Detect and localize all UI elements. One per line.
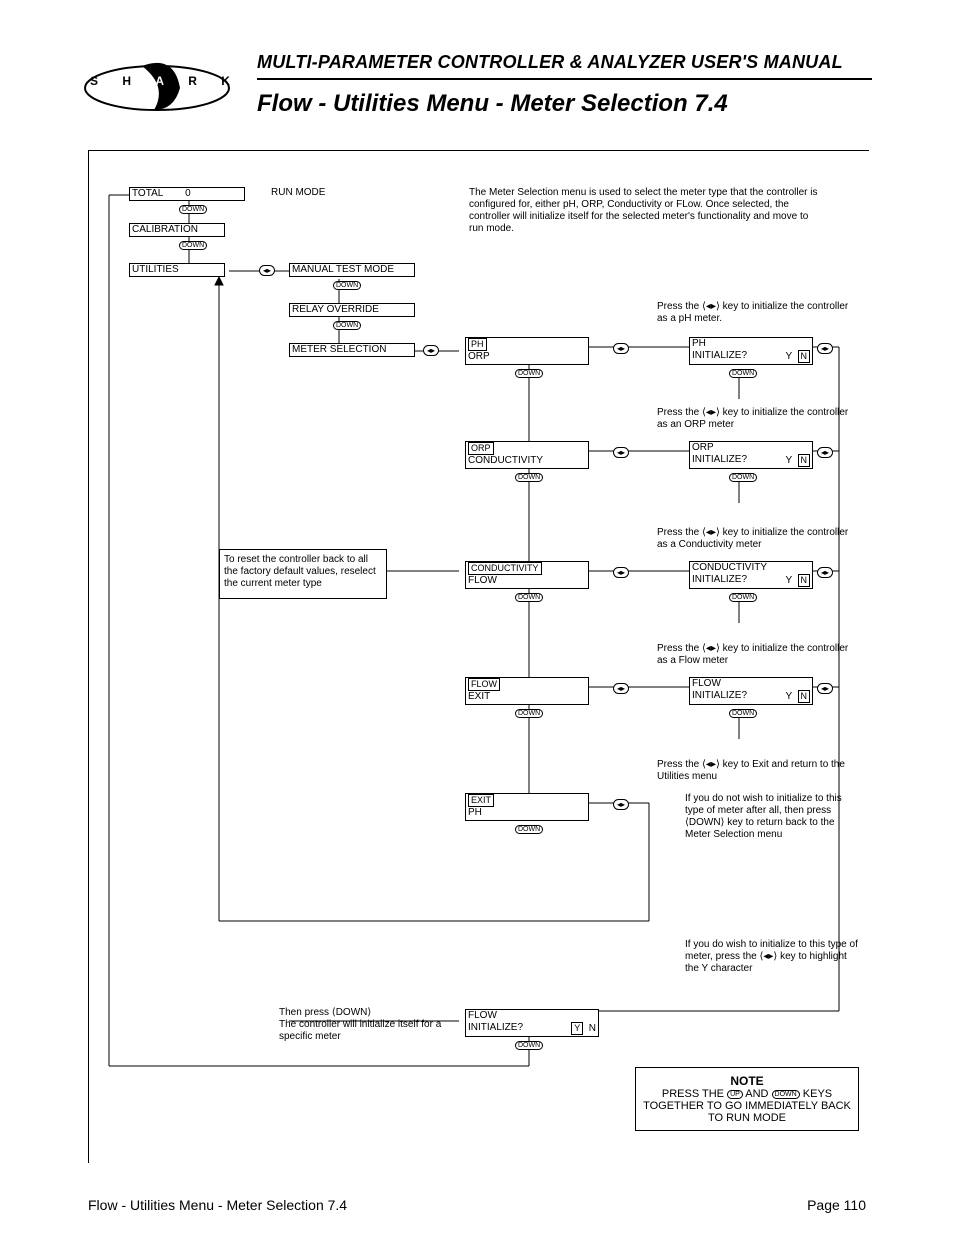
page-header: S H A R K MULTI-PARAMETER CONTROLLER & A…: [82, 52, 872, 122]
down-icon: DOWN: [729, 593, 757, 602]
down-icon: DOWN: [515, 473, 543, 482]
logo-k: K: [221, 74, 230, 88]
run-mode-label: RUN MODE: [271, 187, 325, 199]
logo-r: R: [188, 74, 197, 88]
enter-icon: ◂▸: [817, 567, 833, 578]
flow-hint: Press the ⟨◂▸⟩ key to initialize the con…: [657, 643, 857, 667]
up-icon: UP: [727, 1090, 743, 1099]
down-icon: DOWN: [515, 593, 543, 602]
down-icon: DOWN: [515, 1041, 543, 1050]
down-icon: DOWN: [515, 825, 543, 834]
orp-hint: Press the ⟨◂▸⟩ key to initialize the con…: [657, 407, 857, 431]
confirm-ph: PH INITIALIZE? Y N: [689, 337, 813, 365]
enter-icon: ◂▸: [259, 265, 275, 276]
logo-h: H: [122, 74, 131, 88]
down-icon: DOWN: [515, 709, 543, 718]
note-body: PRESS THE UP AND DOWN KEYS TOGETHER TO G…: [642, 1088, 852, 1124]
cond-hint: Press the ⟨◂▸⟩ key to initialize the con…: [657, 527, 857, 551]
menu-exit: EXIT PH: [465, 793, 589, 821]
page: S H A R K MULTI-PARAMETER CONTROLLER & A…: [0, 0, 954, 1235]
enter-icon: ◂▸: [613, 447, 629, 458]
diagram-frame: TOTAL 0 RUN MODE DOWN CALIBRATION DOWN U…: [88, 150, 869, 1163]
manual-test-box: MANUAL TEST MODE: [289, 263, 415, 277]
confirm-cond: CONDUCTIVITY INITIALIZE? Y N: [689, 561, 813, 589]
enter-icon: ◂▸: [613, 567, 629, 578]
enter-icon: ◂▸: [817, 343, 833, 354]
confirm-final: FLOW INITIALIZE? Y N: [465, 1009, 599, 1037]
noinit-hint: If you do not wish to initialize to this…: [685, 793, 860, 841]
down-icon: DOWN: [772, 1090, 800, 1099]
logo-letters: S H A R K: [90, 74, 230, 88]
down-icon: DOWN: [729, 709, 757, 718]
menu-ph: PH ORP: [465, 337, 589, 365]
enter-icon: ◂▸: [817, 683, 833, 694]
menu-orp: ORP CONDUCTIVITY: [465, 441, 589, 469]
confirm-flow: FLOW INITIALIZE? Y N: [689, 677, 813, 705]
footer-right: Page 110: [807, 1197, 866, 1213]
page-footer: Flow - Utilities Menu - Meter Selection …: [88, 1197, 866, 1213]
total-box: TOTAL 0: [129, 187, 245, 201]
calibration-box: CALIBRATION: [129, 223, 225, 237]
reset-note: To reset the controller back to all the …: [219, 549, 387, 599]
enter-icon: ◂▸: [613, 799, 629, 810]
then-press-text: Then press ⟨DOWN⟩ The controller will in…: [279, 1007, 459, 1043]
down-icon: DOWN: [179, 205, 207, 214]
header-rule: [257, 78, 872, 80]
enter-icon: ◂▸: [613, 683, 629, 694]
doinit-hint: If you do wish to initialize to this typ…: [685, 939, 860, 975]
note-title: NOTE: [642, 1074, 852, 1088]
note-box: NOTE PRESS THE UP AND DOWN KEYS TOGETHER…: [635, 1067, 859, 1131]
relay-override-box: RELAY OVERRIDE: [289, 303, 415, 317]
shark-logo: [82, 58, 232, 118]
menu-flow: FLOW EXIT: [465, 677, 589, 705]
down-icon: DOWN: [333, 321, 361, 330]
logo-s: S: [90, 74, 98, 88]
down-icon: DOWN: [729, 473, 757, 482]
enter-icon: ◂▸: [423, 345, 439, 356]
utilities-box: UTILITIES: [129, 263, 225, 277]
intro-text: The Meter Selection menu is used to sele…: [469, 187, 819, 235]
enter-icon: ◂▸: [817, 447, 833, 458]
down-icon: DOWN: [729, 369, 757, 378]
menu-cond: CONDUCTIVITY FLOW: [465, 561, 589, 589]
page-title: Flow - Utilities Menu - Meter Selection …: [257, 90, 728, 118]
confirm-orp: ORP INITIALIZE? Y N: [689, 441, 813, 469]
manual-title: MULTI-PARAMETER CONTROLLER & ANALYZER US…: [257, 52, 843, 73]
enter-icon: ◂▸: [613, 343, 629, 354]
down-icon: DOWN: [333, 281, 361, 290]
exit-hint: Press the ⟨◂▸⟩ key to Exit and return to…: [657, 759, 857, 783]
ph-hint: Press the ⟨◂▸⟩ key to initialize the con…: [657, 301, 857, 325]
down-icon: DOWN: [515, 369, 543, 378]
meter-selection-box: METER SELECTION: [289, 343, 415, 357]
down-icon: DOWN: [179, 241, 207, 250]
footer-left: Flow - Utilities Menu - Meter Selection …: [88, 1197, 347, 1213]
logo-a: A: [155, 74, 164, 88]
